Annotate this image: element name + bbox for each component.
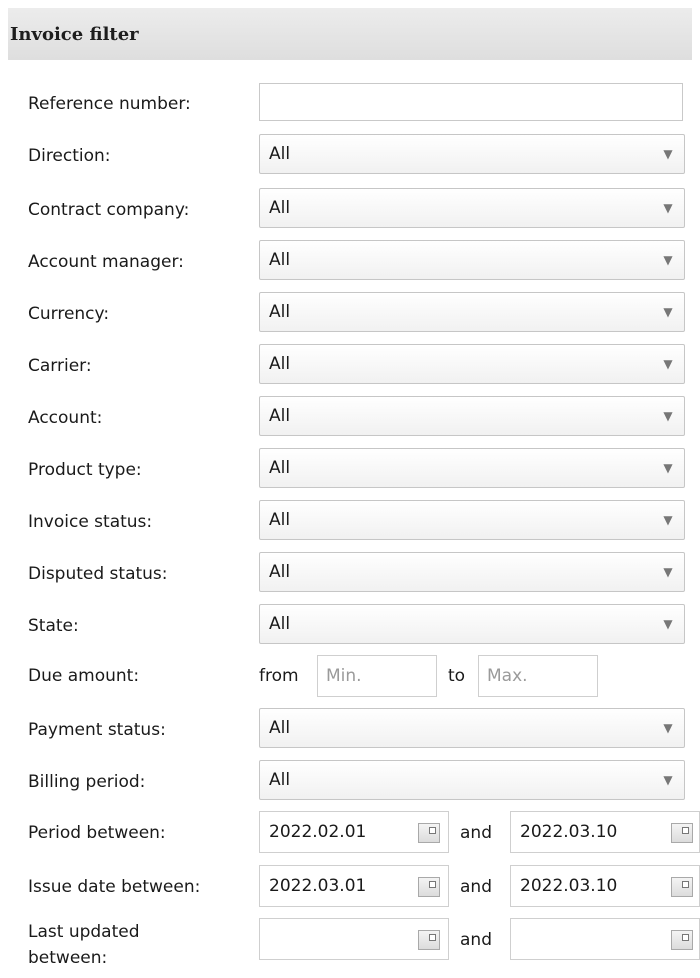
state-label: State: <box>28 616 79 636</box>
billing-period-select[interactable]: All ▼ <box>259 760 685 800</box>
currency-value: All <box>269 302 291 322</box>
account-label: Account: <box>28 408 103 428</box>
last-updated-between-and-label: and <box>460 930 492 950</box>
chevron-down-icon[interactable]: ▼ <box>652 293 684 331</box>
calendar-icon[interactable] <box>418 930 440 950</box>
calendar-icon[interactable] <box>671 930 693 950</box>
invoice-status-label: Invoice status: <box>28 512 153 532</box>
contract-company-value: All <box>269 198 291 218</box>
payment-status-value: All <box>269 718 291 738</box>
disputed-status-select[interactable]: All ▼ <box>259 552 685 592</box>
direction-label: Direction: <box>28 146 111 166</box>
product-type-label: Product type: <box>28 460 142 480</box>
chevron-down-icon[interactable]: ▼ <box>652 501 684 539</box>
calendar-icon[interactable] <box>418 823 440 843</box>
chevron-down-icon[interactable]: ▼ <box>652 135 684 173</box>
billing-period-label: Billing period: <box>28 772 146 792</box>
invoice-status-select[interactable]: All ▼ <box>259 500 685 540</box>
last-updated-between-label-line2: between: <box>28 948 108 968</box>
calendar-icon[interactable] <box>671 823 693 843</box>
carrier-select[interactable]: All ▼ <box>259 344 685 384</box>
direction-value: All <box>269 144 291 164</box>
reference-number-label: Reference number: <box>28 94 191 114</box>
due-amount-min-input[interactable] <box>317 655 437 697</box>
invoice-status-value: All <box>269 510 291 530</box>
due-amount-from-label: from <box>259 666 299 686</box>
disputed-status-label: Disputed status: <box>28 564 168 584</box>
due-amount-max-input[interactable] <box>478 655 598 697</box>
period-between-to-value: 2022.03.10 <box>520 822 618 842</box>
direction-select[interactable]: All ▼ <box>259 134 685 174</box>
panel-title: Invoice filter <box>10 23 139 45</box>
chevron-down-icon[interactable]: ▼ <box>652 189 684 227</box>
product-type-value: All <box>269 458 291 478</box>
period-between-and-label: and <box>460 823 492 843</box>
account-manager-select[interactable]: All ▼ <box>259 240 685 280</box>
chevron-down-icon[interactable]: ▼ <box>652 397 684 435</box>
billing-period-value: All <box>269 770 291 790</box>
reference-number-input[interactable] <box>259 83 683 121</box>
due-amount-label: Due amount: <box>28 666 140 686</box>
chevron-down-icon[interactable]: ▼ <box>652 345 684 383</box>
contract-company-select[interactable]: All ▼ <box>259 188 685 228</box>
calendar-icon[interactable] <box>418 877 440 897</box>
last-updated-between-from-input[interactable] <box>259 918 449 960</box>
issue-date-between-label: Issue date between: <box>28 877 201 897</box>
state-select[interactable]: All ▼ <box>259 604 685 644</box>
payment-status-label: Payment status: <box>28 720 166 740</box>
due-amount-to-label: to <box>448 666 466 686</box>
account-value: All <box>269 406 291 426</box>
contract-company-label: Contract company: <box>28 200 190 220</box>
payment-status-select[interactable]: All ▼ <box>259 708 685 748</box>
issue-date-between-to-value: 2022.03.10 <box>520 876 618 896</box>
currency-label: Currency: <box>28 304 110 324</box>
invoice-filter-panel: Invoice filter Reference number: Directi… <box>0 8 700 978</box>
panel-header: Invoice filter <box>8 8 692 60</box>
account-manager-label: Account manager: <box>28 252 184 272</box>
carrier-label: Carrier: <box>28 356 92 376</box>
issue-date-between-from-value: 2022.03.01 <box>269 876 367 896</box>
period-between-from-value: 2022.02.01 <box>269 822 367 842</box>
chevron-down-icon[interactable]: ▼ <box>652 709 684 747</box>
currency-select[interactable]: All ▼ <box>259 292 685 332</box>
last-updated-between-label-line1: Last updated <box>28 922 140 942</box>
chevron-down-icon[interactable]: ▼ <box>652 605 684 643</box>
issue-date-between-to-input[interactable]: 2022.03.10 <box>510 865 700 907</box>
account-select[interactable]: All ▼ <box>259 396 685 436</box>
chevron-down-icon[interactable]: ▼ <box>652 553 684 591</box>
carrier-value: All <box>269 354 291 374</box>
period-between-label: Period between: <box>28 823 166 843</box>
issue-date-between-from-input[interactable]: 2022.03.01 <box>259 865 449 907</box>
due-amount-max-field[interactable] <box>479 656 597 696</box>
state-value: All <box>269 614 291 634</box>
last-updated-between-to-input[interactable] <box>510 918 700 960</box>
period-between-from-input[interactable]: 2022.02.01 <box>259 811 449 853</box>
calendar-icon[interactable] <box>671 877 693 897</box>
due-amount-min-field[interactable] <box>318 656 436 696</box>
chevron-down-icon[interactable]: ▼ <box>652 241 684 279</box>
disputed-status-value: All <box>269 562 291 582</box>
issue-date-between-and-label: and <box>460 877 492 897</box>
account-manager-value: All <box>269 250 291 270</box>
period-between-to-input[interactable]: 2022.03.10 <box>510 811 700 853</box>
chevron-down-icon[interactable]: ▼ <box>652 449 684 487</box>
chevron-down-icon[interactable]: ▼ <box>652 761 684 799</box>
product-type-select[interactable]: All ▼ <box>259 448 685 488</box>
